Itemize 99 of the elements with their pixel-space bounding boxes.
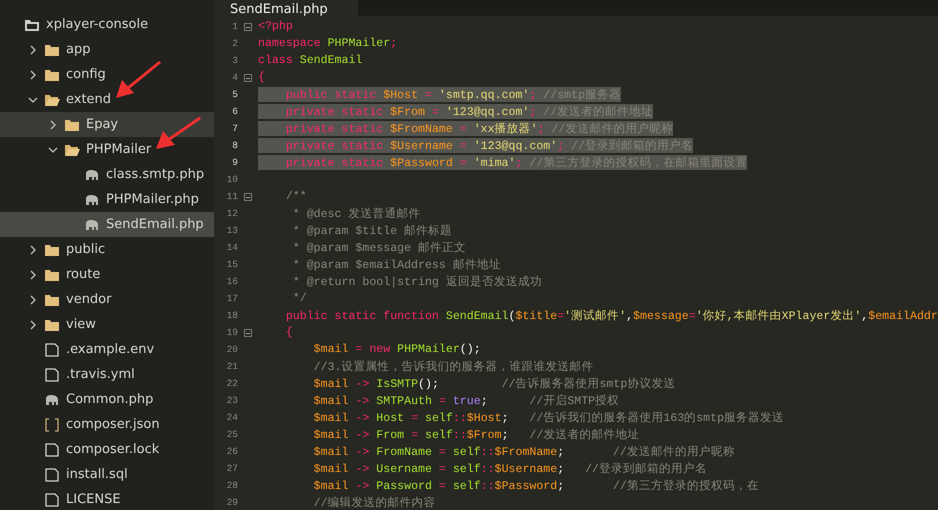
code-line: /** [284, 190, 307, 203]
line-number: 24 [226, 412, 238, 423]
file-icon [44, 492, 60, 506]
code-line: * @param $emailAddress 邮件地址 [292, 258, 501, 272]
folder-item[interactable]: config [0, 62, 214, 87]
code-line: { [258, 71, 265, 84]
folder-icon [44, 268, 60, 282]
code-line: $mail -> FromName = self::$FromName; //发送邮件的用户昵称 [312, 444, 735, 459]
code-line: //3.设置属性，告诉我们的服务器，谁跟谁发送邮件 [312, 360, 594, 374]
code-line: $mail -> SMTPAuth = true; //开启SMTP授权 [312, 394, 620, 408]
code-line: * @desc 发送普通邮件 [292, 206, 420, 221]
code-line: namespace PHPMailer; [258, 37, 398, 50]
code-line: class SendEmail [258, 54, 362, 67]
file-icon [44, 442, 60, 456]
file-item[interactable]: LICENSE [0, 487, 214, 510]
code-line: $mail -> Host = self::$Host; //告诉我们的服务器使用163的smtp服务器发送 [312, 410, 784, 425]
folder-icon [24, 18, 40, 32]
line-number: 15 [226, 259, 238, 270]
fold-icon[interactable] [244, 192, 252, 200]
code-line: * @return bool|string 返回是否发送成功 [292, 274, 542, 289]
code-line: <?php [258, 20, 293, 33]
line-number: 26 [226, 446, 238, 457]
elephant-icon [84, 192, 100, 206]
file-item[interactable]: composer.lock [0, 437, 214, 462]
file-item[interactable]: SendEmail.php [0, 212, 214, 237]
line-number: 25 [226, 429, 238, 440]
code-line: $mail -> From = self::$From; //发送者的邮件地址 [312, 428, 640, 442]
line-number: 20 [226, 344, 238, 355]
annotation-arrow [156, 116, 201, 149]
folder-item[interactable]: PHPMailer [0, 137, 214, 162]
line-number: 13 [226, 225, 238, 236]
file-item[interactable]: install.sql [0, 462, 214, 487]
line-number: 17 [226, 293, 238, 304]
line-number: 27 [226, 463, 238, 474]
folder-item[interactable]: xplayer-console [0, 12, 214, 37]
line-number: 29 [226, 497, 238, 508]
line-number: 5 [231, 89, 238, 100]
line-number: 16 [226, 276, 238, 287]
folder-item[interactable]: app [0, 37, 214, 62]
line-number: 28 [226, 480, 238, 491]
file-item[interactable]: Common.php [0, 387, 214, 412]
folder-icon [44, 292, 60, 306]
code-line: { [284, 326, 293, 339]
line-number: 22 [226, 378, 238, 389]
file-icon [44, 368, 60, 382]
file-icon [44, 468, 60, 482]
line-number: 14 [226, 242, 238, 253]
line-number: 21 [226, 361, 238, 372]
folder-item[interactable]: route [0, 262, 214, 287]
brackets-icon [44, 418, 60, 432]
code-line: * @param $message 邮件正文 [292, 240, 466, 255]
code-line: * @param $title 邮件标题 [292, 224, 452, 238]
line-number: 12 [226, 208, 238, 219]
folder-item[interactable]: Epay [0, 112, 214, 137]
folder-icon [64, 142, 80, 156]
file-item[interactable]: composer.json [0, 412, 214, 437]
folder-icon [44, 68, 60, 82]
line-number: 4 [231, 72, 238, 83]
line-number: 18 [226, 310, 238, 321]
file-item[interactable]: class.smtp.php [0, 162, 214, 187]
line-number: 8 [231, 140, 238, 151]
folder-icon [44, 42, 60, 56]
code-line: */ [292, 292, 307, 305]
annotation-arrow [116, 60, 161, 98]
fold-icon[interactable] [244, 328, 252, 336]
code-line: $mail -> Username = self::$Username; //登录到邮箱的用户名 [312, 461, 707, 476]
line-number: 10 [226, 174, 238, 185]
elephant-icon [44, 392, 60, 406]
elephant-icon [84, 168, 100, 182]
code-line: $mail -> IsSMTP(); //告诉服务器使用smtp协议发送 [312, 376, 676, 391]
fold-icon[interactable] [244, 74, 252, 82]
file-icon [44, 342, 60, 356]
file-tab[interactable]: SendEmail.php [214, 0, 358, 16]
folder-icon [44, 242, 60, 256]
line-number: 7 [231, 123, 238, 134]
fold-icon[interactable] [244, 22, 252, 30]
code-line: $mail = new PHPMailer(); [312, 343, 481, 356]
line-number: 23 [226, 395, 238, 406]
line-number: 19 [226, 327, 238, 338]
folder-item[interactable]: view [0, 312, 214, 337]
line-number: 1 [231, 21, 238, 32]
elephant-icon [84, 218, 100, 232]
line-number: 9 [231, 157, 238, 168]
code-line: //编辑发送的邮件内容 [312, 495, 436, 510]
folder-item[interactable]: extend [0, 87, 214, 112]
line-number: 6 [231, 106, 238, 117]
folder-icon [44, 318, 60, 332]
file-item[interactable]: PHPMailer.php [0, 187, 214, 212]
file-item[interactable]: .example.env [0, 337, 214, 362]
line-number: 2 [231, 38, 238, 49]
line-number: 3 [231, 55, 238, 66]
folder-icon [64, 118, 80, 132]
line-number: 11 [226, 191, 238, 202]
code-line: $mail -> Password = self::$Password; //第三方登录的授权码，在 [312, 478, 759, 493]
folder-item[interactable]: vendor [0, 287, 214, 312]
folder-item[interactable]: public [0, 237, 214, 262]
file-item[interactable]: .travis.yml [0, 362, 214, 387]
folder-icon [44, 92, 60, 106]
code-line: public static function SendEmail($title='测试邮件',$message='你好,本邮件由XPlayer发出',$emailAddr [284, 308, 938, 323]
